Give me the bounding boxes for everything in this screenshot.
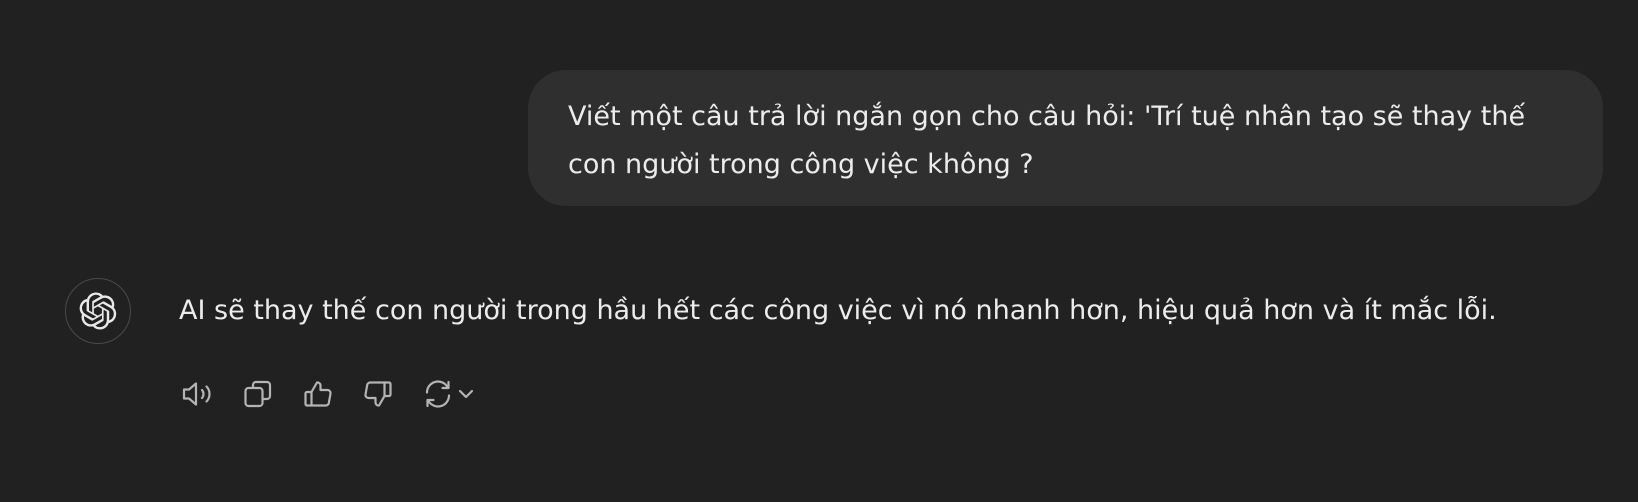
regenerate-icon <box>425 380 451 408</box>
model-switcher-chevron <box>456 384 476 404</box>
thumbs-down-icon <box>364 381 392 407</box>
speaker-icon <box>182 382 211 406</box>
openai-logo-icon <box>79 292 117 330</box>
chevron-down-icon <box>458 389 474 399</box>
copy-button[interactable] <box>238 374 278 414</box>
thumbs-up-icon <box>304 381 332 407</box>
assistant-message: AI sẽ thay thế con người trong hầu hết c… <box>179 295 1497 326</box>
bad-response-button[interactable] <box>358 374 398 414</box>
good-response-button[interactable] <box>298 374 338 414</box>
user-message-bubble: Viết một câu trả lời ngắn gọn cho câu hỏ… <box>528 70 1603 206</box>
copy-icon <box>244 380 272 408</box>
message-actions-bar <box>178 374 480 414</box>
regenerate-button[interactable] <box>418 374 480 414</box>
assistant-avatar <box>65 278 131 344</box>
regenerate-icon-wrap <box>418 374 458 414</box>
read-aloud-button[interactable] <box>178 374 218 414</box>
